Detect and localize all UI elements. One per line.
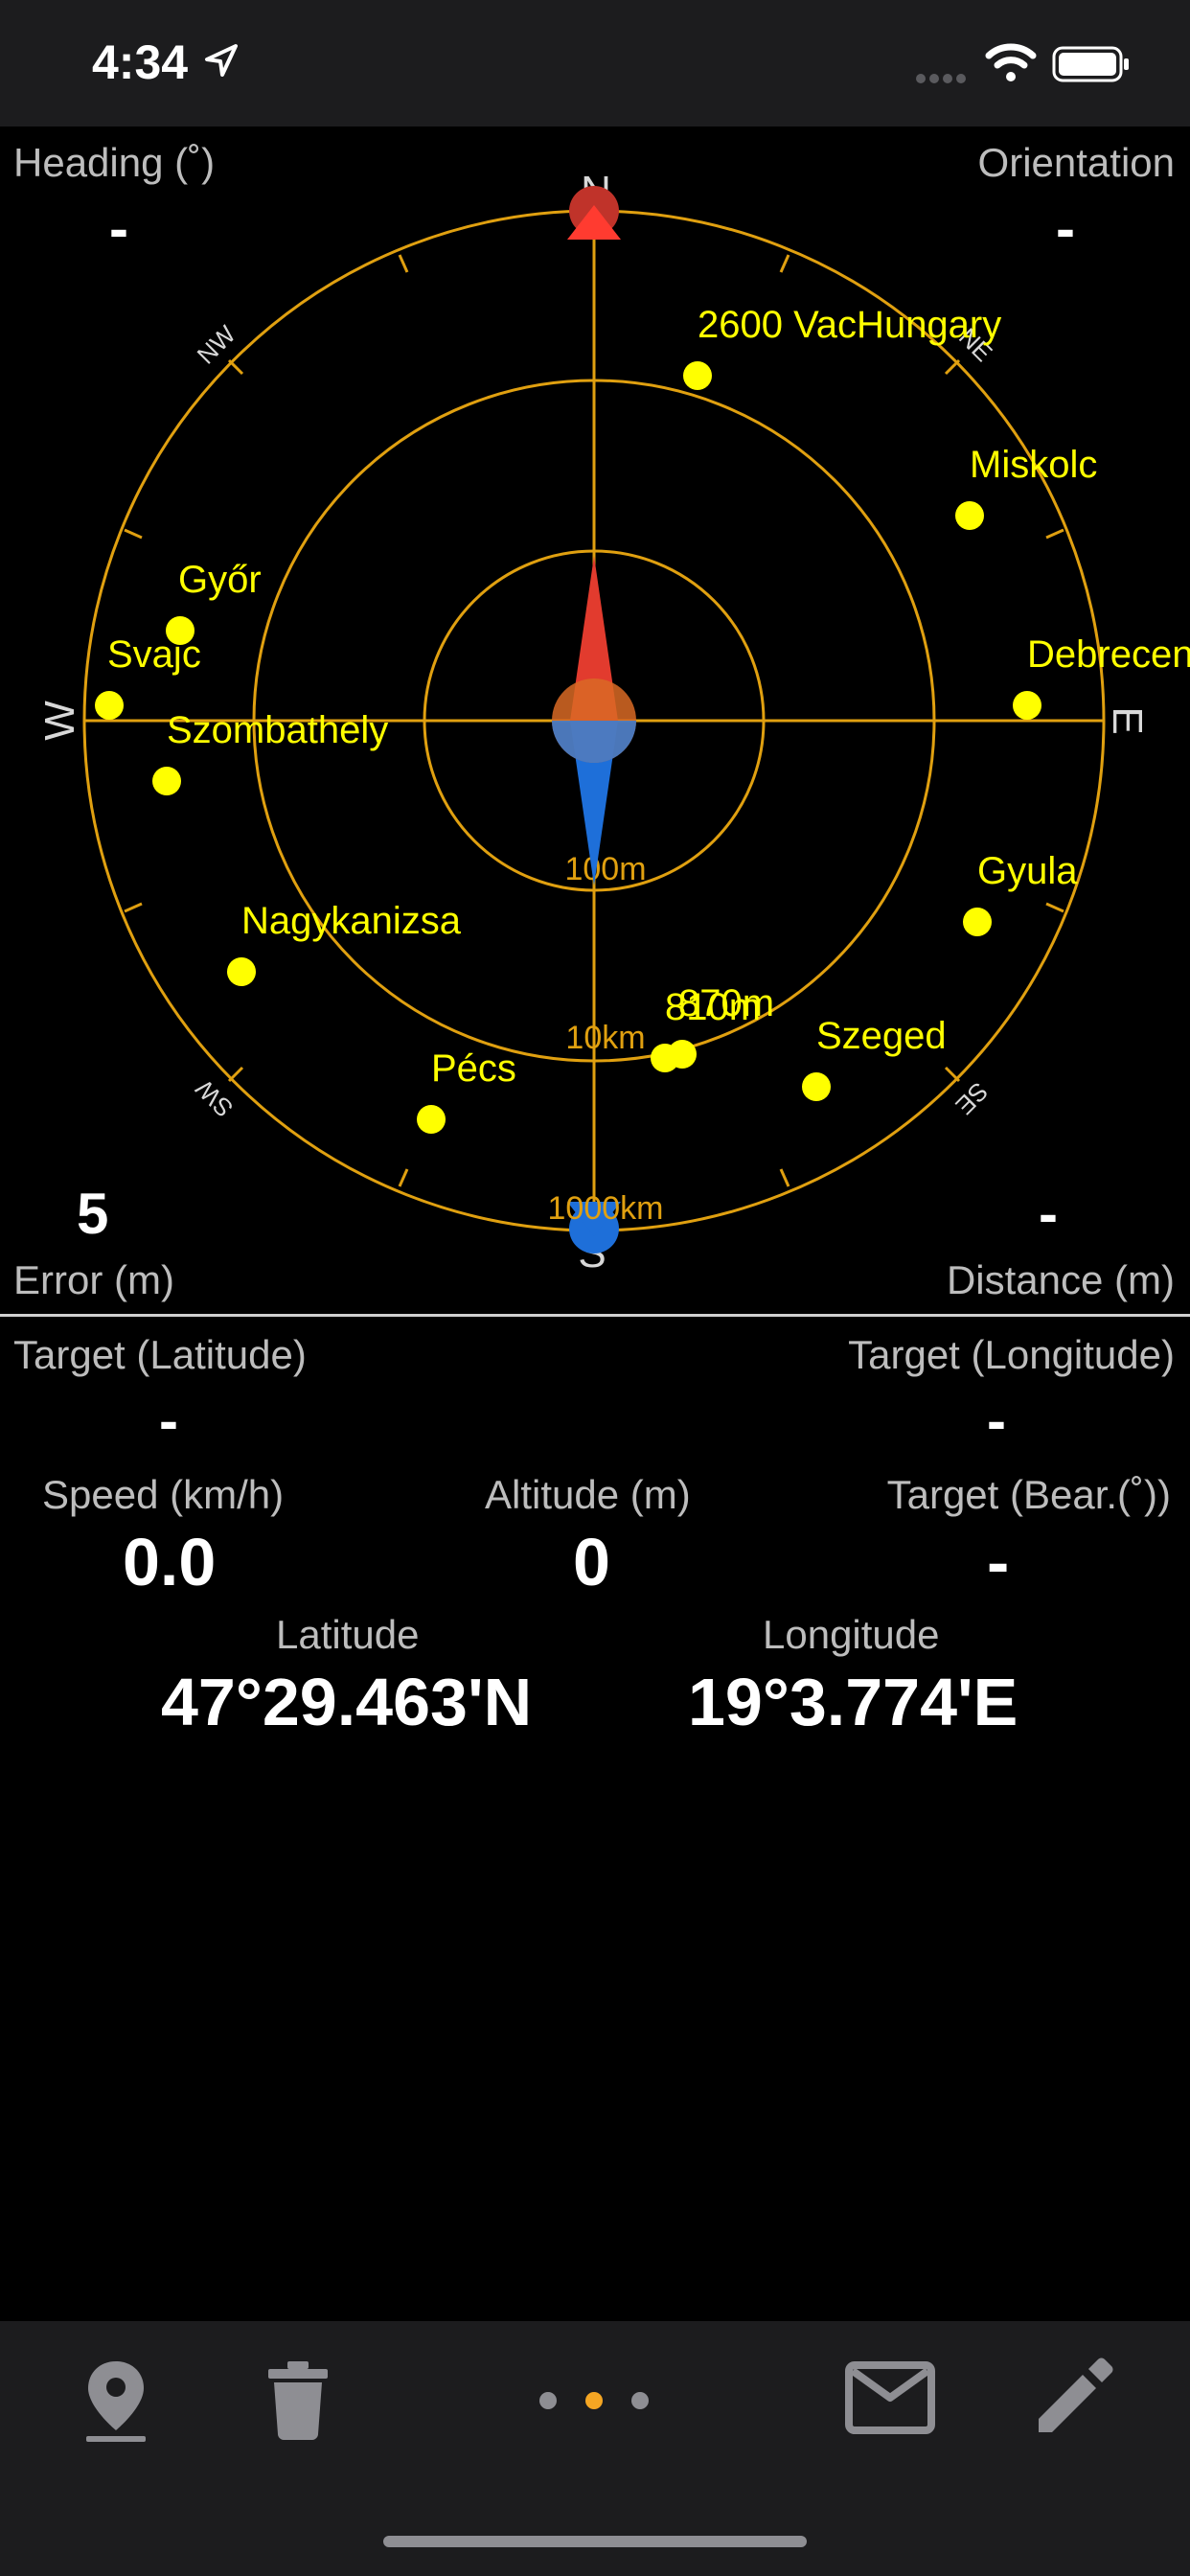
ring-label-1000km: 1000km <box>548 1190 664 1227</box>
target-latitude-label: Target (Latitude) <box>13 1332 307 1377</box>
error-value: 5 <box>77 1182 109 1246</box>
distance-label: Distance (m) <box>946 1257 1175 1302</box>
battery-icon <box>1052 46 1129 82</box>
place-marker: Nagykanizsa <box>227 900 462 986</box>
se-label: SE <box>950 1076 994 1120</box>
place-marker: Svajc <box>95 633 201 720</box>
place-marker: Győr <box>166 559 262 645</box>
place-label: Miskolc <box>970 444 1097 486</box>
altitude-value: 0 <box>573 1525 610 1599</box>
altitude-label: Altitude (m) <box>485 1472 691 1517</box>
pencil-icon[interactable] <box>1033 2356 1115 2438</box>
place-label: Gyula <box>977 850 1078 892</box>
page-dot[interactable] <box>631 2392 649 2409</box>
target-longitude-label: Target (Longitude) <box>848 1332 1175 1377</box>
status-bar: 4:34 <box>0 0 1190 126</box>
place-label: 2600 VacHungary <box>698 304 1001 346</box>
place-label: Nagykanizsa <box>241 900 462 942</box>
speed-value: 0.0 <box>123 1525 217 1599</box>
place-label: Győr <box>178 559 262 601</box>
target-bearing-label: Target (Bear.(˚)) <box>886 1472 1171 1517</box>
place-marker: Szeged <box>802 1015 947 1101</box>
sw-label: SW <box>190 1074 239 1123</box>
place-label: Szeged <box>816 1015 947 1057</box>
ring-label-100m: 100m <box>564 851 646 887</box>
page-dot[interactable] <box>539 2392 557 2409</box>
speed-label: Speed (km/h) <box>42 1472 285 1517</box>
latitude-value: 47°29.463'N <box>161 1665 533 1739</box>
error-label: Error (m) <box>13 1257 174 1302</box>
latitude-label: Latitude <box>276 1612 420 1657</box>
place-label: 810m <box>665 986 761 1028</box>
target-bearing-value: - <box>987 1525 1010 1599</box>
page-indicator[interactable] <box>537 2389 655 2409</box>
target-latitude-value: - <box>159 1389 178 1453</box>
place-marker: Miskolc <box>955 444 1097 530</box>
place-label: Debrecen <box>1027 633 1190 676</box>
target-longitude-value: - <box>987 1389 1006 1453</box>
west-label: W <box>36 701 83 741</box>
place-label: Pécs <box>431 1047 516 1090</box>
longitude-value: 19°3.774'E <box>688 1665 1018 1739</box>
mail-icon[interactable] <box>845 2361 935 2434</box>
status-time: 4:34 <box>92 35 189 89</box>
place-marker: Pécs <box>417 1047 516 1134</box>
ring-label-10km: 10km <box>565 1020 645 1056</box>
page-dot-active[interactable] <box>585 2392 603 2409</box>
east-label: E <box>1104 706 1151 734</box>
map-pin-icon[interactable] <box>82 2358 149 2442</box>
place-marker: 810m <box>651 986 761 1072</box>
wifi-icon <box>985 43 1037 81</box>
place-label: Szombathely <box>167 709 388 751</box>
nw-label: NW <box>192 319 241 369</box>
trash-icon[interactable] <box>266 2359 330 2440</box>
compass-radar[interactable]: N S E W NE NW SE SW 100m 10km 1000km 260… <box>0 126 1190 1315</box>
section-divider <box>0 1314 1190 1317</box>
place-markers: 2600 VacHungary Miskolc Győr Svajc Debre… <box>95 304 1190 1134</box>
longitude-label: Longitude <box>763 1612 940 1657</box>
cellular-signal-icon <box>916 71 970 88</box>
home-indicator[interactable] <box>383 2536 807 2547</box>
place-marker: 2600 VacHungary <box>683 304 1001 390</box>
place-marker: Szombathely <box>152 709 388 795</box>
place-label: Svajc <box>107 633 201 676</box>
location-arrow-icon <box>205 44 238 77</box>
distance-value: - <box>1039 1182 1058 1246</box>
